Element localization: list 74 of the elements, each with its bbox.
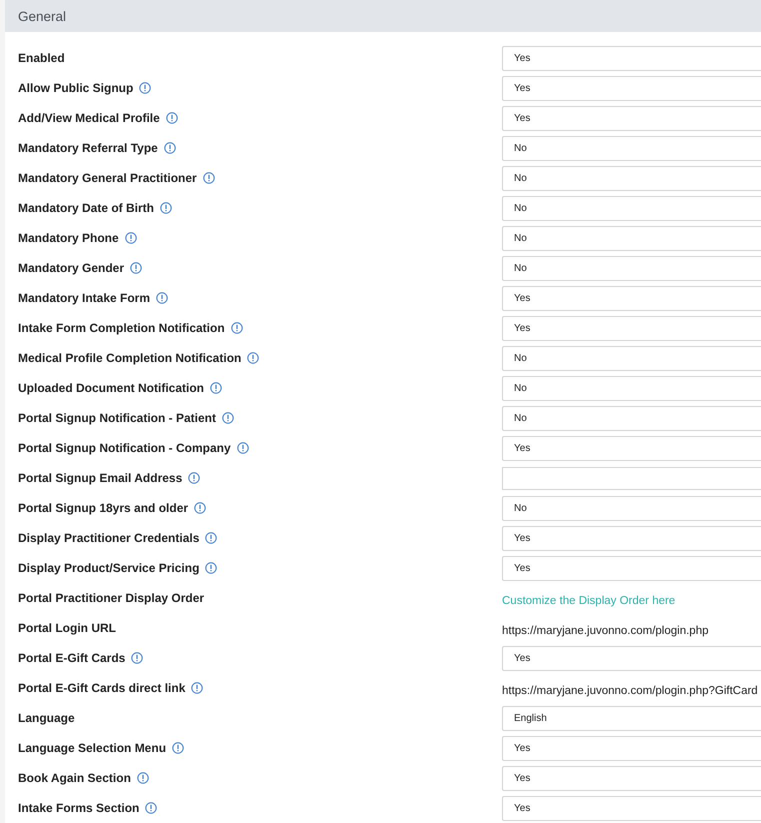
info-icon[interactable] [236, 442, 249, 454]
select-field[interactable]: Yes [502, 286, 761, 310]
info-icon[interactable] [210, 382, 222, 394]
setting-label: Intake Forms Section [18, 801, 140, 815]
select-field[interactable]: No [502, 226, 761, 250]
select-field[interactable]: No [502, 136, 761, 160]
select-field[interactable]: Yes [502, 766, 761, 790]
select-field[interactable]: Yes [502, 556, 761, 580]
section-header: General [5, 0, 761, 32]
input-field[interactable] [502, 466, 761, 490]
setting-label: Display Product/Service Pricing [18, 561, 200, 575]
info-icon[interactable] [205, 532, 218, 544]
info-icon[interactable] [202, 172, 215, 184]
info-icon[interactable] [188, 472, 200, 484]
info-icon[interactable] [131, 652, 144, 664]
select-field[interactable]: Yes [502, 436, 761, 460]
setting-label: Display Practitioner Credentials [18, 531, 200, 545]
select-field[interactable]: No [502, 196, 761, 220]
setting-label: Portal Signup Email Address [18, 471, 182, 485]
url-text: https://maryjane.juvonno.com/plogin.php?GiftCard [502, 684, 758, 696]
select-field[interactable]: No [502, 406, 761, 430]
setting-label: Mandatory Intake Form [18, 291, 150, 305]
setting-label: Add/View Medical Profile [18, 111, 160, 125]
setting-label: Mandatory Gender [18, 261, 124, 275]
info-icon[interactable] [222, 412, 234, 424]
setting-label: Mandatory Phone [18, 231, 119, 245]
info-icon[interactable] [160, 202, 172, 214]
select-field[interactable]: No [502, 256, 761, 280]
setting-label: Enabled [18, 51, 65, 65]
info-icon[interactable] [172, 742, 184, 754]
select-field[interactable]: Yes [502, 526, 761, 550]
setting-label: Mandatory General Practitioner [18, 171, 197, 185]
select-field[interactable]: Yes [502, 106, 761, 130]
setting-label: Mandatory Date of Birth [18, 201, 154, 215]
select-field[interactable]: No [502, 166, 761, 190]
info-icon[interactable] [194, 502, 206, 514]
setting-label: Mandatory Referral Type [18, 141, 158, 155]
info-icon[interactable] [205, 562, 218, 574]
select-field[interactable]: Yes [502, 646, 761, 670]
url-text: https://maryjane.juvonno.com/plogin.php [502, 624, 708, 636]
setting-label: Language [18, 711, 75, 725]
info-icon[interactable] [191, 682, 204, 694]
setting-label: Book Again Section [18, 771, 131, 785]
info-icon[interactable] [156, 292, 168, 304]
select-field[interactable]: Yes [502, 46, 761, 70]
select-field[interactable]: Yes [502, 796, 761, 820]
select-field[interactable]: Yes [502, 736, 761, 760]
select-field[interactable]: No [502, 346, 761, 370]
info-icon[interactable] [145, 802, 158, 814]
setting-label: Portal Signup Notification - Company [18, 441, 231, 455]
setting-label: Portal Practitioner Display Order [18, 591, 204, 605]
info-icon[interactable] [164, 142, 176, 154]
select-field[interactable]: No [502, 376, 761, 400]
setting-label: Portal Login URL [18, 621, 116, 635]
setting-label: Portal E-Gift Cards [18, 651, 126, 665]
setting-label: Medical Profile Completion Notification [18, 351, 242, 365]
info-icon[interactable] [139, 82, 152, 94]
info-icon[interactable] [136, 772, 149, 784]
select-field[interactable]: Yes [502, 316, 761, 340]
setting-label: Intake Form Completion Notification [18, 321, 225, 335]
info-icon[interactable] [230, 322, 243, 334]
info-icon[interactable] [166, 112, 178, 124]
setting-label: Allow Public Signup [18, 81, 134, 95]
select-field[interactable]: No [502, 496, 761, 520]
info-icon[interactable] [124, 232, 137, 244]
select-field[interactable]: Yes [502, 76, 761, 100]
select-field[interactable]: English [502, 706, 761, 730]
info-icon[interactable] [130, 262, 142, 274]
setting-label: Portal Signup 18yrs and older [18, 501, 188, 515]
setting-label: Language Selection Menu [18, 741, 166, 755]
info-icon[interactable] [247, 352, 260, 364]
setting-label: Portal Signup Notification - Patient [18, 411, 216, 425]
setting-label: Uploaded Document Notification [18, 381, 204, 395]
setting-label: Portal E-Gift Cards direct link [18, 681, 186, 695]
